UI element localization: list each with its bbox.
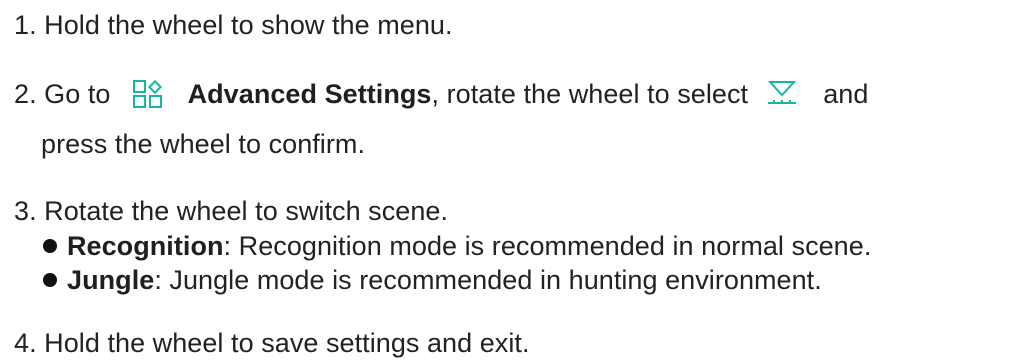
step-2-line-1: 2. Go to Advanced Settings, rotate the w… (14, 77, 868, 117)
step-2-middle: , rotate the wheel to select (431, 79, 749, 109)
bullet-icon (43, 273, 57, 287)
bullet-item-jungle: Jungle: Jungle mode is recommended in hu… (43, 263, 822, 297)
instructions-document: 1. Hold the wheel to show the menu. 2. G… (0, 0, 1026, 362)
advanced-settings-icon (132, 79, 166, 117)
step-2-line-2-text: press the wheel to confirm. (41, 129, 365, 159)
bullet-description: : Jungle mode is recommended in hunting … (154, 265, 822, 295)
step-4: 4. Hold the wheel to save settings and e… (14, 326, 530, 360)
step-1: 1. Hold the wheel to show the menu. (14, 8, 453, 42)
scene-mode-icon (766, 79, 798, 117)
advanced-settings-label: Advanced Settings (187, 79, 432, 109)
step-2-suffix: and (823, 79, 869, 109)
bullet-item-recognition: Recognition: Recognition mode is recomme… (43, 229, 871, 263)
step-2-prefix: 2. Go to (14, 79, 111, 109)
bullet-term: Recognition (67, 231, 224, 261)
step-1-text: 1. Hold the wheel to show the menu. (14, 10, 453, 40)
step-3-text: 3. Rotate the wheel to switch scene. (14, 196, 449, 226)
bullet-term: Jungle (67, 265, 155, 295)
bullet-description: : Recognition mode is recommended in nor… (223, 231, 872, 261)
step-3: 3. Rotate the wheel to switch scene. (14, 194, 448, 228)
step-4-text: 4. Hold the wheel to save settings and e… (14, 328, 530, 358)
bullet-icon (43, 239, 57, 253)
step-2-line-2: press the wheel to confirm. (41, 127, 365, 161)
